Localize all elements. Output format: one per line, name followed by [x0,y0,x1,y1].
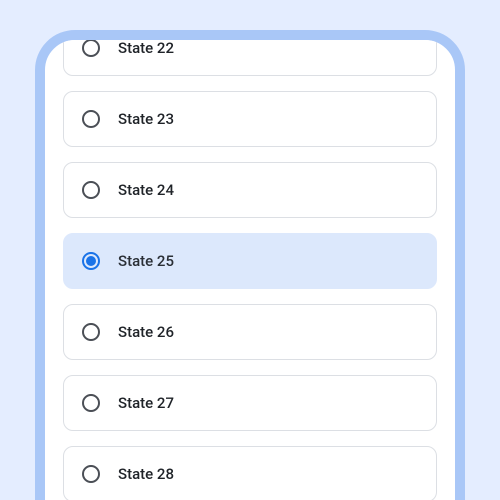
state-option-26[interactable]: State 26 [63,304,437,360]
state-option-25[interactable]: State 25 [63,233,437,289]
state-option-label: State 23 [118,110,174,128]
state-option-22[interactable]: State 22 [63,30,437,76]
radio-icon [82,181,100,199]
radio-icon [82,110,100,128]
state-option-label: State 22 [118,39,174,57]
state-option-label: State 26 [118,323,174,341]
state-option-label: State 27 [118,394,174,412]
state-option-28[interactable]: State 28 [63,446,437,500]
radio-icon [82,465,100,483]
state-option-label: State 28 [118,465,174,483]
state-option-27[interactable]: State 27 [63,375,437,431]
state-option-24[interactable]: State 24 [63,162,437,218]
state-option-label: State 25 [118,252,174,270]
radio-icon [82,394,100,412]
radio-icon [82,323,100,341]
state-option-label: State 24 [118,181,174,199]
state-option-23[interactable]: State 23 [63,91,437,147]
phone-frame: State 22 State 23 State 24 State 25 Stat… [35,30,465,500]
state-option-list: State 22 State 23 State 24 State 25 Stat… [63,30,437,500]
radio-selected-icon [82,252,100,270]
radio-icon [82,39,100,57]
